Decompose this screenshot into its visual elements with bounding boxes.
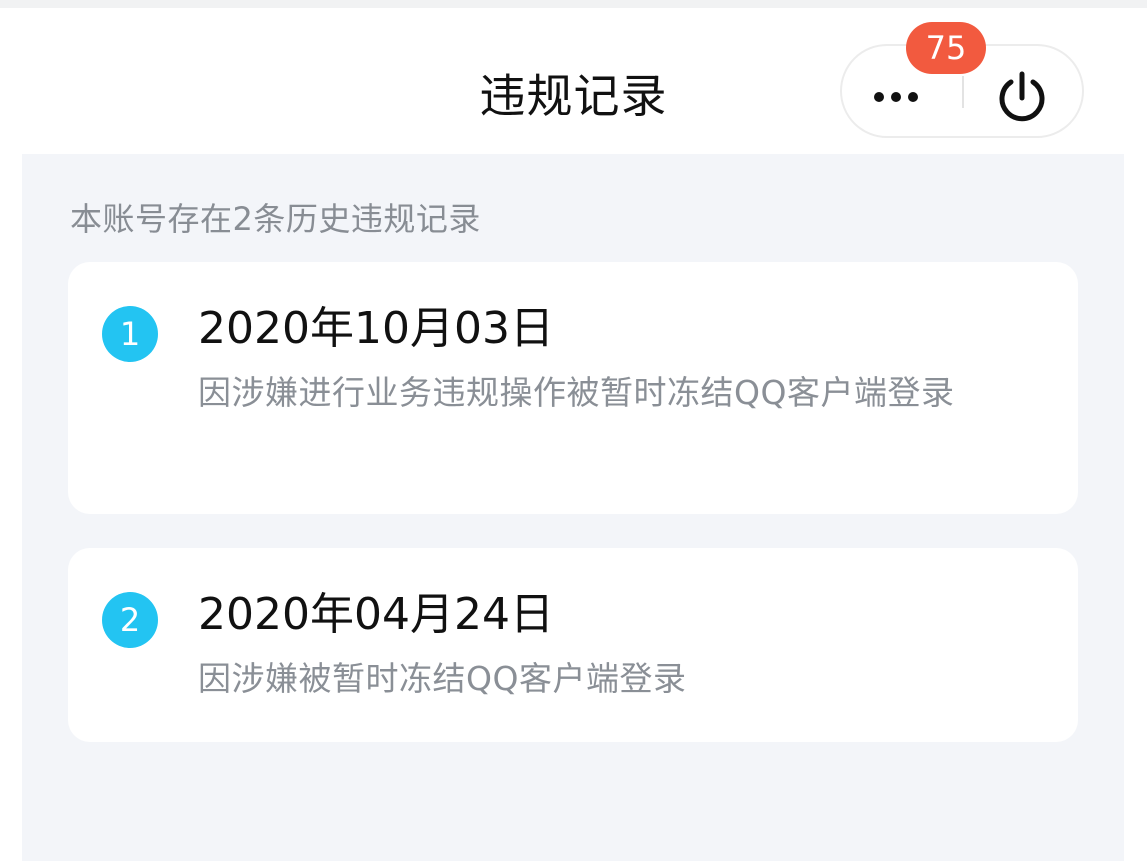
records-content: 本账号存在2条历史违规记录 1 2020年10月03日 因涉嫌进行业务违规操作被… xyxy=(22,154,1124,861)
record-card: 1 2020年10月03日 因涉嫌进行业务违规操作被暂时冻结QQ客户端登录 xyxy=(68,262,1078,514)
record-date: 2020年10月03日 xyxy=(198,303,554,354)
close-button[interactable] xyxy=(966,46,1082,136)
notification-badge: 75 xyxy=(906,22,986,74)
record-number-badge: 1 xyxy=(102,306,158,362)
violation-records-page: 违规记录 75 本账号存在2条历史违规记录 1 2020年10月03日 因涉嫌进… xyxy=(0,0,1147,861)
power-icon xyxy=(999,71,1045,122)
record-card: 2 2020年04月24日 因涉嫌被暂时冻结QQ客户端登录 xyxy=(68,548,1078,742)
capsule-divider xyxy=(962,76,964,108)
record-number-badge: 2 xyxy=(102,592,158,648)
records-summary: 本账号存在2条历史违规记录 xyxy=(70,200,481,238)
record-description: 因涉嫌进行业务违规操作被暂时冻结QQ客户端登录 xyxy=(198,373,955,412)
record-description: 因涉嫌被暂时冻结QQ客户端登录 xyxy=(198,659,687,698)
record-date: 2020年04月24日 xyxy=(198,589,554,640)
status-strip xyxy=(0,0,1147,8)
